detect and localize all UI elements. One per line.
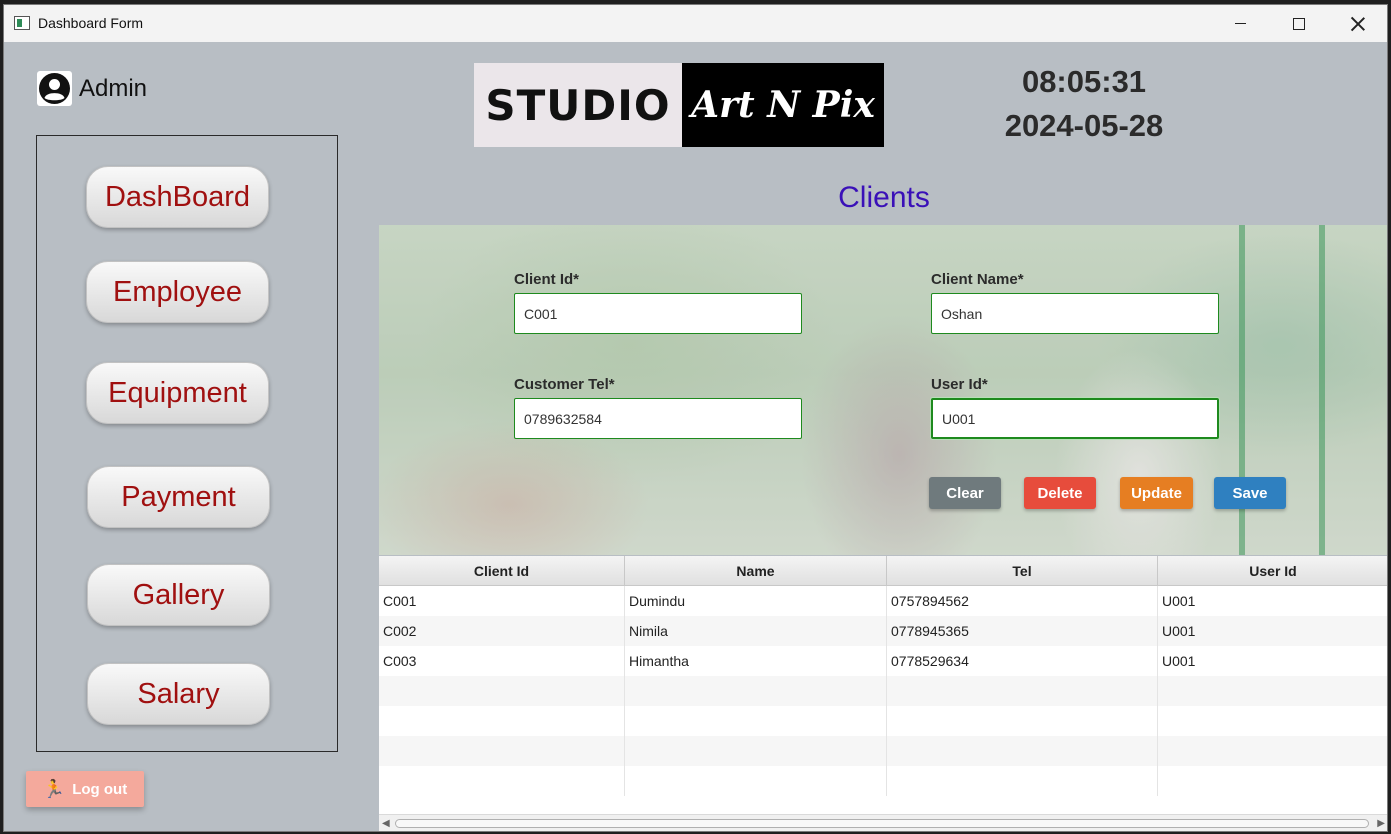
logo-studio-text: STUDIO xyxy=(474,63,682,147)
cell-name: Himantha xyxy=(625,646,887,676)
nav-salary-button[interactable]: Salary xyxy=(87,663,270,725)
cell-user-id: U001 xyxy=(1158,646,1387,676)
clock: 08:05:31 2024-05-28 xyxy=(984,63,1184,145)
window-title: Dashboard Form xyxy=(38,15,144,31)
customer-tel-label: Customer Tel* xyxy=(514,376,615,393)
client-id-field: Client Id* xyxy=(514,271,802,334)
cell-name: Dumindu xyxy=(625,586,887,616)
save-button[interactable]: Save xyxy=(1214,477,1286,509)
empty-table-row xyxy=(379,706,1387,736)
customer-tel-field: Customer Tel* xyxy=(514,376,802,439)
customer-tel-input[interactable] xyxy=(514,398,802,439)
nav-payment-button[interactable]: Payment xyxy=(87,466,270,528)
table-row[interactable]: C001 Dumindu 0757894562 U001 xyxy=(379,586,1387,616)
empty-table-row xyxy=(379,736,1387,766)
logo-brand-text: Art N Pix xyxy=(682,63,884,147)
cell-tel: 0778945365 xyxy=(887,616,1158,646)
column-header-user-id[interactable]: User Id xyxy=(1158,556,1387,585)
app-icon xyxy=(14,16,30,30)
client-name-field: Client Name* xyxy=(931,271,1219,334)
cell-user-id: U001 xyxy=(1158,586,1387,616)
table-row[interactable]: C002 Nimila 0778945365 U001 xyxy=(379,616,1387,646)
cell-name: Nimila xyxy=(625,616,887,646)
user-avatar-icon xyxy=(37,71,72,106)
table-header: Client Id Name Tel User Id xyxy=(379,556,1387,586)
title-bar: Dashboard Form xyxy=(4,5,1387,42)
table-body: C001 Dumindu 0757894562 U001 C002 Nimila… xyxy=(379,586,1387,796)
cell-client-id: C003 xyxy=(379,646,625,676)
delete-button[interactable]: Delete xyxy=(1024,477,1096,509)
sidebar-nav: DashBoard Employee Equipment Payment Gal… xyxy=(36,135,338,752)
column-header-client-id[interactable]: Client Id xyxy=(379,556,625,585)
client-name-input[interactable] xyxy=(931,293,1219,334)
scroll-left-icon[interactable]: ◀ xyxy=(382,818,390,829)
nav-gallery-button[interactable]: Gallery xyxy=(87,564,270,626)
nav-employee-button[interactable]: Employee xyxy=(86,261,269,323)
clock-date: 2024-05-28 xyxy=(1004,108,1164,143)
update-button[interactable]: Update xyxy=(1120,477,1193,509)
logout-runner-icon: 🏃 xyxy=(42,778,66,799)
clock-time: 08:05:31 xyxy=(1021,64,1147,99)
studio-logo: STUDIO Art N Pix xyxy=(474,63,884,147)
user-id-field: User Id* xyxy=(931,376,1219,439)
app-window: Dashboard Form Admin DashBoard Employee … xyxy=(3,4,1388,832)
user-id-label: User Id* xyxy=(931,376,988,393)
empty-table-row xyxy=(379,766,1387,796)
client-name-label: Client Name* xyxy=(931,271,1024,288)
minimize-button[interactable] xyxy=(1211,5,1269,42)
clear-button[interactable]: Clear xyxy=(929,477,1001,509)
cell-client-id: C001 xyxy=(379,586,625,616)
minimize-icon xyxy=(1234,23,1246,24)
close-button[interactable] xyxy=(1329,5,1387,42)
cell-tel: 0778529634 xyxy=(887,646,1158,676)
close-icon xyxy=(1351,17,1365,31)
cell-client-id: C002 xyxy=(379,616,625,646)
fence-decoration xyxy=(1319,225,1325,555)
maximize-button[interactable] xyxy=(1270,5,1328,42)
logout-label: Log out xyxy=(72,780,128,798)
logout-button[interactable]: 🏃 Log out xyxy=(26,771,144,807)
scrollbar-thumb[interactable] xyxy=(395,819,1369,828)
column-header-name[interactable]: Name xyxy=(625,556,887,585)
user-info: Admin xyxy=(37,71,147,106)
table-horizontal-scrollbar[interactable]: ◀ ▶ xyxy=(379,814,1387,831)
client-id-label: Client Id* xyxy=(514,271,580,288)
column-header-tel[interactable]: Tel xyxy=(887,556,1158,585)
table-row[interactable]: C003 Himantha 0778529634 U001 xyxy=(379,646,1387,676)
clients-table: Client Id Name Tel User Id C001 Dumindu … xyxy=(379,556,1387,818)
nav-dashboard-button[interactable]: DashBoard xyxy=(86,166,269,228)
form-background-photo: Client Id* Client Name* Customer Tel* Us… xyxy=(379,225,1387,555)
maximize-icon xyxy=(1293,17,1305,30)
cell-tel: 0757894562 xyxy=(887,586,1158,616)
nav-equipment-button[interactable]: Equipment xyxy=(86,362,269,424)
user-name: Admin xyxy=(79,74,148,102)
cell-user-id: U001 xyxy=(1158,616,1387,646)
empty-table-row xyxy=(379,676,1387,706)
user-id-input[interactable] xyxy=(931,398,1219,439)
page-title: Clients xyxy=(838,181,930,214)
client-id-input[interactable] xyxy=(514,293,802,334)
scroll-right-icon[interactable]: ▶ xyxy=(1377,818,1385,829)
